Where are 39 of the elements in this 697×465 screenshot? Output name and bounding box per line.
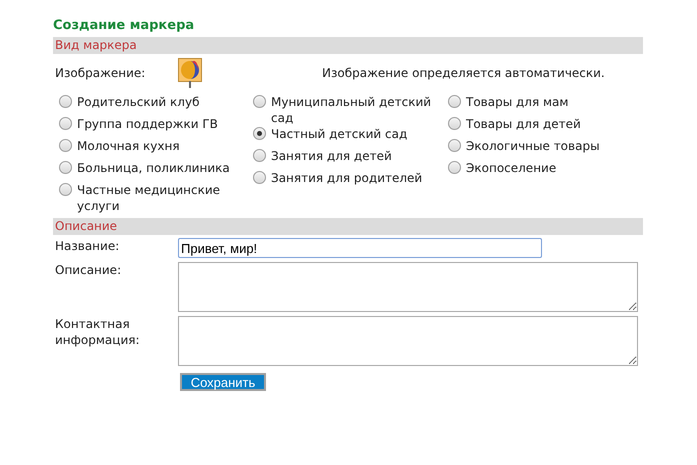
section-header: Описание: [53, 218, 643, 235]
radio-label: Родительский клуб: [77, 94, 200, 110]
image-note: Изображение определяется автоматически.: [322, 65, 605, 82]
balloon-marker-icon: [178, 58, 202, 88]
radio-button[interactable]: [59, 117, 72, 130]
radio-button[interactable]: [59, 95, 72, 108]
radio-label: Частные медицинские услуги: [77, 182, 222, 214]
radio-button[interactable]: [253, 127, 266, 140]
field-label: Описание:: [54, 262, 122, 279]
radio-label: Занятия для родителей: [271, 170, 422, 186]
radio-label: Товары для детей: [466, 116, 581, 132]
radio-label: Молочная кухня: [77, 138, 180, 154]
radio-button[interactable]: [448, 117, 461, 130]
image-label: Изображение:: [54, 65, 146, 82]
radio-button[interactable]: [448, 139, 461, 152]
text-area[interactable]: [178, 262, 638, 312]
radio-label: Товары для мам: [466, 94, 568, 110]
radio-label: Экопоселение: [466, 160, 556, 176]
radio-label: Экологичные товары: [466, 138, 600, 154]
save-button[interactable]: Сохранить: [180, 373, 266, 391]
radio-button[interactable]: [253, 149, 266, 162]
section-header: Вид маркера: [53, 37, 643, 54]
radio-label: Муниципальный детский сад: [271, 94, 432, 126]
text-area[interactable]: [178, 316, 638, 366]
radio-button[interactable]: [448, 95, 461, 108]
name-field[interactable]: Привет, мир!: [178, 238, 542, 258]
radio-button[interactable]: [253, 171, 266, 184]
field-label: Контактная информация:: [54, 316, 140, 349]
radio-button[interactable]: [59, 161, 72, 174]
radio-button[interactable]: [253, 95, 266, 108]
radio-label: Группа поддержки ГВ: [77, 116, 218, 132]
radio-button[interactable]: [448, 161, 461, 174]
radio-button[interactable]: [59, 183, 72, 196]
field-label: Название:: [54, 238, 120, 255]
radio-label: Частный детский сад: [271, 126, 408, 142]
radio-label: Больница, поликлиника: [77, 160, 230, 176]
radio-label: Занятия для детей: [271, 148, 392, 164]
page-title: Создание маркера: [53, 17, 196, 35]
radio-button[interactable]: [59, 139, 72, 152]
